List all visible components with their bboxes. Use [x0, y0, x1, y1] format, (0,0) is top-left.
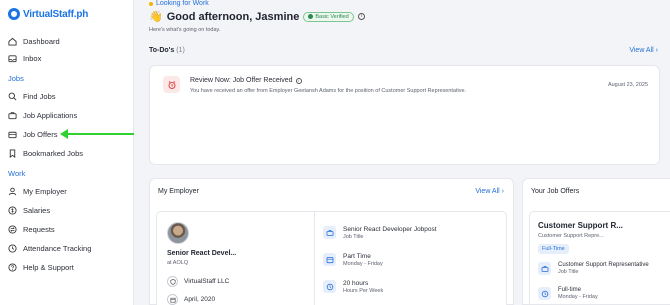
sidebar-item-dashboard[interactable]: Dashboard — [8, 35, 60, 47]
employer-details[interactable]: Senior React Devel... at AOLQ VirtualSta… — [156, 211, 507, 305]
sidebar: VirtualStaff.ph Dashboard Inbox Jobs Fin… — [0, 0, 134, 305]
offer-icon — [8, 131, 17, 138]
wave-icon: 👋 — [149, 11, 163, 23]
job-offer-schedule: Full-time Monday - Friday — [538, 287, 598, 300]
sidebar-item-salaries[interactable]: Salaries — [8, 204, 50, 216]
employer-org: VirtualStaff LLC — [167, 276, 229, 287]
greeting-text: Good afternoon, Jasmine — [166, 10, 300, 23]
sidebar-item-label: Attendance Tracking — [23, 243, 92, 253]
sidebar-item-requests[interactable]: Requests — [8, 223, 55, 235]
sidebar-item-label: Job Applications — [23, 110, 78, 120]
clock-icon — [8, 243, 17, 253]
sidebar-item-label: Salaries — [23, 205, 51, 215]
employer-summary: Senior React Devel... at AOLQ VirtualSta… — [157, 212, 315, 305]
sidebar-item-job-offers[interactable]: Job Offers — [8, 128, 57, 140]
sidebar-item-job-applications[interactable]: Job Applications — [8, 109, 77, 121]
sidebar-item-find-jobs[interactable]: Find Jobs — [8, 90, 56, 102]
page-subtitle: Here's what's going on today. — [149, 27, 221, 33]
greeting: 👋 Good afternoon, Jasmine Basic Verified… — [149, 10, 365, 23]
verified-badge: Basic Verified — [303, 11, 354, 22]
sidebar-item-label: Job Offers — [23, 129, 58, 139]
sidebar-item-attendance-tracking[interactable]: Attendance Tracking — [8, 242, 91, 254]
todo-description: You have received an offer from Employer… — [190, 88, 467, 94]
todos-title: To-Do's (1) — [149, 47, 185, 54]
sidebar-item-inbox[interactable]: Inbox — [8, 52, 41, 64]
check-icon — [308, 14, 314, 19]
sidebar-item-label: Find Jobs — [23, 91, 56, 101]
work-status-label: Looking for Work — [156, 0, 209, 7]
annotation-arrow-icon — [60, 129, 134, 139]
employer-hours: 20 hours Hours Per Week — [323, 280, 383, 294]
job-offers-card: Your Job Offers Customer Support R... Cu… — [522, 178, 670, 305]
sidebar-item-label: Bookmarked Jobs — [23, 148, 84, 158]
status-dot-icon — [149, 1, 153, 6]
job-offer-item[interactable]: Customer Support R... Customer Support R… — [529, 211, 670, 305]
briefcase-icon — [538, 262, 551, 275]
info-icon[interactable]: i — [357, 13, 365, 20]
badge-label: Basic Verified — [315, 13, 349, 20]
todos-view-all-link[interactable]: View All › — [629, 47, 658, 54]
bookmark-icon — [9, 148, 16, 158]
job-type-pill: Full-Time — [538, 244, 569, 254]
employer-view-all-link[interactable]: View All › — [475, 188, 504, 195]
employer-date: April, 2020 — [167, 294, 215, 305]
clock-icon — [323, 280, 336, 293]
briefcase-icon — [323, 226, 336, 239]
job-offer-job-title: Customer Support Representative Job Title — [538, 262, 649, 275]
swap-icon — [8, 224, 17, 234]
employer-job-title: Senior React Developer Jobpost Job Title — [323, 226, 437, 240]
calendar-icon — [323, 253, 336, 266]
section-work: Work — [8, 169, 26, 178]
calendar-icon — [167, 294, 178, 305]
my-employer-card: My Employer View All › Senior React Deve… — [149, 178, 514, 305]
todos-title-text: To-Do's — [149, 47, 175, 54]
sidebar-item-label: My Employer — [23, 186, 67, 196]
sidebar-item-help-support[interactable]: Help & Support — [8, 261, 74, 273]
briefcase-icon — [8, 111, 17, 119]
shield-icon — [167, 276, 178, 287]
avatar — [167, 222, 189, 244]
alarm-icon — [163, 76, 180, 93]
job-offer-subtitle: Customer Support Repre... — [538, 233, 604, 239]
sidebar-item-label: Dashboard — [23, 36, 60, 46]
job-offer-title: Customer Support R... — [538, 221, 623, 230]
money-icon — [8, 205, 17, 215]
user-icon — [8, 187, 17, 195]
todo-card[interactable]: Review Now: Job Offer Received i You hav… — [149, 65, 660, 165]
home-icon — [8, 37, 17, 46]
employer-company: at AOLQ — [167, 260, 189, 266]
inbox-icon — [8, 54, 17, 62]
main-content: Looking for Work 👋 Good afternoon, Jasmi… — [142, 0, 670, 305]
logo-icon — [8, 8, 20, 20]
sidebar-item-my-employer[interactable]: My Employer — [8, 185, 67, 197]
sidebar-item-bookmarked-jobs[interactable]: Bookmarked Jobs — [8, 147, 83, 159]
clock-icon — [538, 287, 551, 300]
todo-title[interactable]: Review Now: Job Offer Received i — [190, 77, 302, 84]
section-jobs: Jobs — [8, 74, 24, 83]
info-icon: i — [295, 77, 302, 84]
todos-count: (1) — [176, 47, 185, 54]
sidebar-item-label: Requests — [23, 224, 55, 234]
employer-role: Senior React Devel... — [167, 250, 237, 257]
sidebar-item-label: Help & Support — [23, 262, 74, 272]
search-icon — [8, 92, 17, 100]
todo-date: August 23, 2025 — [607, 82, 648, 88]
work-status[interactable]: Looking for Work — [149, 0, 209, 7]
help-icon — [8, 262, 17, 272]
logo-text: VirtualStaff.ph — [23, 8, 89, 20]
employer-schedule: Part Time Monday - Friday — [323, 253, 383, 267]
job-offers-title: Your Job Offers — [531, 188, 580, 195]
sidebar-item-label: Inbox — [23, 53, 42, 63]
my-employer-title: My Employer — [158, 188, 199, 195]
logo[interactable]: VirtualStaff.ph — [8, 8, 88, 20]
